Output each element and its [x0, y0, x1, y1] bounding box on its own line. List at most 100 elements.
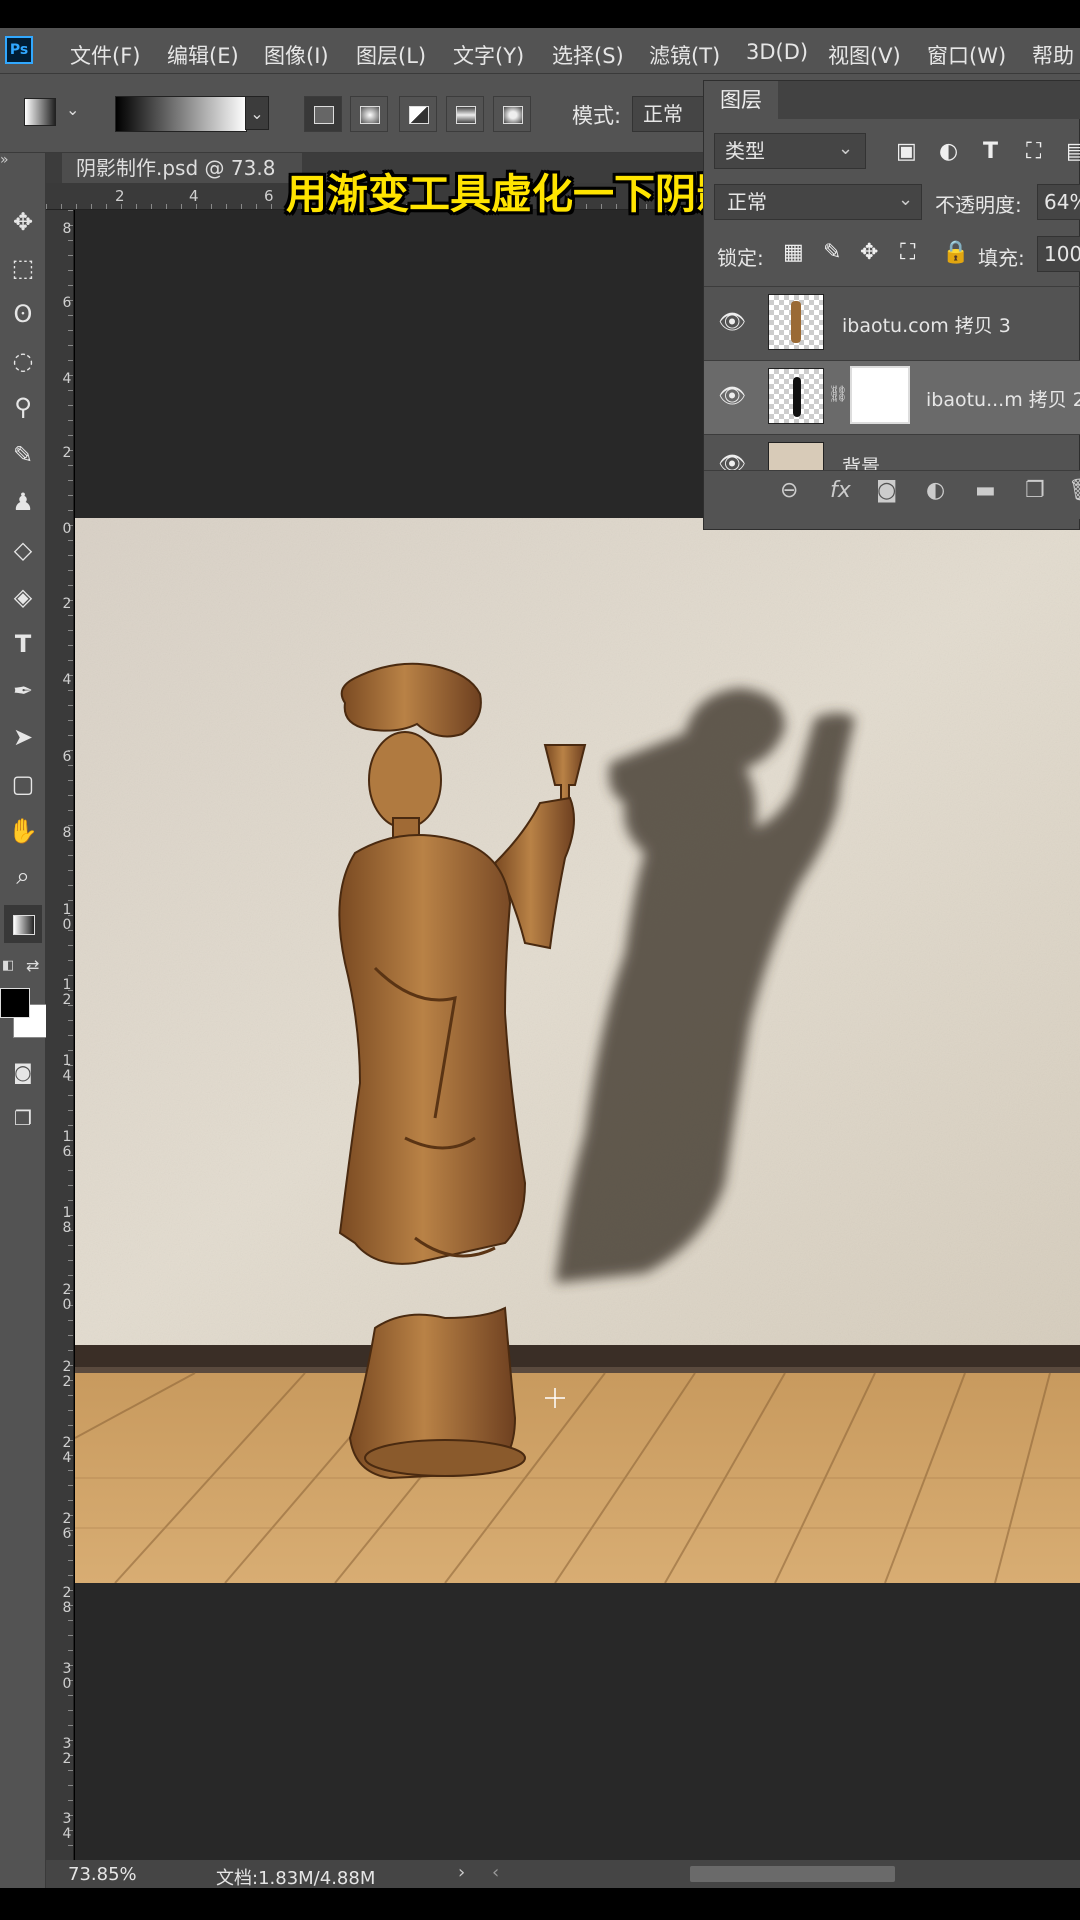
fill-field[interactable]: 100 [1037, 236, 1080, 272]
scroll-left-icon[interactable]: ‹ [492, 1862, 499, 1883]
lock-artboard-icon[interactable]: ⛶ [900, 240, 915, 265]
ruler-label: 32 [62, 1737, 72, 1767]
eyedropper-icon[interactable]: ⚲ [4, 388, 42, 426]
ruler-digit: 6 [62, 295, 72, 311]
layer-mask-thumbnail[interactable] [850, 366, 910, 424]
ruler-label: 4 [62, 673, 72, 688]
paint-bucket-icon[interactable]: ◈ [4, 578, 42, 616]
video-subtitle: 用渐变工具虚化一下阴影 [286, 170, 737, 218]
brush-icon[interactable]: ✎ [4, 436, 42, 474]
type-icon[interactable]: T [4, 625, 42, 663]
chevron-down-icon[interactable]: ⌄ [838, 138, 853, 159]
tab-layers[interactable]: 图层 [704, 81, 778, 119]
angle-gradient-button[interactable] [399, 96, 437, 132]
menu-help[interactable]: 帮助 [1032, 40, 1074, 70]
new-layer-icon[interactable]: ❐ [1025, 478, 1045, 503]
lock-all-icon[interactable]: 🔒 [942, 240, 969, 265]
default-colors-icon[interactable]: ◧ [2, 958, 14, 973]
collapse-icon[interactable]: » [0, 152, 9, 168]
link-layers-icon[interactable]: ⊖ [780, 478, 798, 503]
quick-select-icon[interactable]: ◌ [4, 342, 42, 380]
layer-name[interactable]: ibaotu...m 拷贝 2 [926, 385, 1080, 412]
radial-gradient-button[interactable] [350, 96, 388, 132]
ruler-digit: 6 [62, 1526, 72, 1542]
filter-smart-icon[interactable]: ▤ [1066, 139, 1080, 164]
ruler-label: 2 [115, 187, 125, 205]
chevron-right-icon[interactable]: › [458, 1862, 465, 1883]
menu-file[interactable]: 文件(F) [70, 40, 140, 70]
lock-label: 锁定: [717, 246, 764, 270]
ruler-digit: 1 [62, 902, 72, 918]
lock-position-icon[interactable]: ✥ [860, 240, 878, 265]
menu-type[interactable]: 文字(Y) [453, 40, 524, 70]
statue-scene [75, 518, 1080, 1583]
blend-mode-select[interactable]: 正常 [714, 184, 922, 220]
marquee-icon[interactable]: ⬚ [4, 249, 42, 287]
path-select-icon[interactable]: ➤ [4, 718, 42, 756]
eye-icon[interactable]: 👁 [718, 452, 746, 470]
zoom-icon[interactable]: ⌕ [4, 857, 42, 895]
shape-icon[interactable]: ▢ [4, 765, 42, 803]
screen-mode-icon[interactable]: ❐ [4, 1099, 42, 1137]
photoshop-logo: Ps [5, 36, 33, 64]
folder-icon[interactable]: ▬ [975, 478, 996, 503]
gradient-icon[interactable] [4, 905, 42, 943]
menu-image[interactable]: 图像(I) [264, 40, 329, 70]
menu-layer[interactable]: 图层(L) [356, 40, 426, 70]
horizontal-scrollbar[interactable] [690, 1866, 895, 1882]
ruler-digit: 6 [62, 1144, 72, 1160]
filter-shape-icon[interactable]: ⛶ [1026, 139, 1041, 164]
ruler-digit: 2 [62, 1374, 72, 1390]
ruler-label: 8 [62, 222, 72, 237]
link-icon[interactable]: ⛓ [828, 384, 848, 403]
menu-3d[interactable]: 3D(D) [746, 40, 808, 64]
add-mask-icon[interactable]: ◙ [876, 478, 897, 503]
adjustment-layer-icon[interactable]: ◐ [926, 478, 945, 503]
ruler-digit: 8 [62, 221, 72, 237]
chevron-down-icon[interactable]: ⌄ [66, 100, 79, 119]
lasso-icon[interactable]: ʘ [4, 295, 42, 333]
reflected-gradient-button[interactable] [446, 96, 484, 132]
mode-select[interactable]: 正常 [632, 96, 712, 132]
lock-transparent-icon[interactable]: ▦ [783, 240, 804, 265]
menu-window[interactable]: 窗口(W) [927, 40, 1006, 70]
filter-type-icon[interactable]: T [983, 139, 998, 164]
canvas-image[interactable] [75, 518, 1080, 1583]
opacity-field[interactable]: 64% [1037, 184, 1080, 220]
move-icon[interactable]: ✥ [4, 203, 42, 241]
layer-name[interactable]: 背景 [842, 452, 880, 470]
layer-row[interactable] [704, 434, 1080, 470]
filter-pixel-icon[interactable]: ▣ [896, 139, 917, 164]
stamp-icon[interactable]: ♟ [4, 483, 42, 521]
menu-edit[interactable]: 编辑(E) [167, 40, 239, 70]
tool-preset-picker[interactable] [24, 98, 56, 126]
layer-thumbnail [768, 442, 824, 472]
pen-icon[interactable]: ✒ [4, 672, 42, 710]
chevron-down-icon[interactable]: ⌄ [898, 189, 913, 210]
quick-mask-icon[interactable]: ◙ [4, 1053, 42, 1091]
trash-icon[interactable]: 🗑 [1068, 478, 1080, 503]
ruler-digit: 1 [62, 977, 72, 993]
menu-select[interactable]: 选择(S) [552, 40, 624, 70]
eye-icon[interactable]: 👁 [718, 384, 746, 409]
gradient-picker[interactable] [115, 96, 247, 132]
eraser-icon[interactable]: ◇ [4, 531, 42, 569]
menu-filter[interactable]: 滤镜(T) [649, 40, 720, 70]
layer-name[interactable]: ibaotu.com 拷贝 3 [842, 311, 1011, 338]
ruler-digit: 1 [62, 1053, 72, 1069]
diamond-gradient-button[interactable] [493, 96, 531, 132]
swap-colors-icon[interactable]: ⇄ [26, 956, 39, 975]
menu-view[interactable]: 视图(V) [828, 40, 901, 70]
document-tab[interactable]: 阴影制作.psd @ 73.8 [62, 153, 302, 183]
ruler-label: 12 [62, 978, 72, 1008]
linear-gradient-button[interactable] [304, 96, 342, 132]
fx-icon[interactable]: fx [830, 478, 851, 503]
chevron-down-icon[interactable]: ⌄ [245, 96, 269, 130]
lock-image-icon[interactable]: ✎ [823, 240, 841, 265]
filter-adjustment-icon[interactable]: ◐ [939, 139, 958, 164]
eye-icon[interactable]: 👁 [718, 310, 746, 335]
hand-icon[interactable]: ✋ [4, 812, 42, 850]
ruler-digit: 2 [62, 1585, 72, 1601]
zoom-level[interactable]: 73.85% [68, 1864, 137, 1885]
foreground-color-swatch[interactable] [0, 988, 30, 1018]
